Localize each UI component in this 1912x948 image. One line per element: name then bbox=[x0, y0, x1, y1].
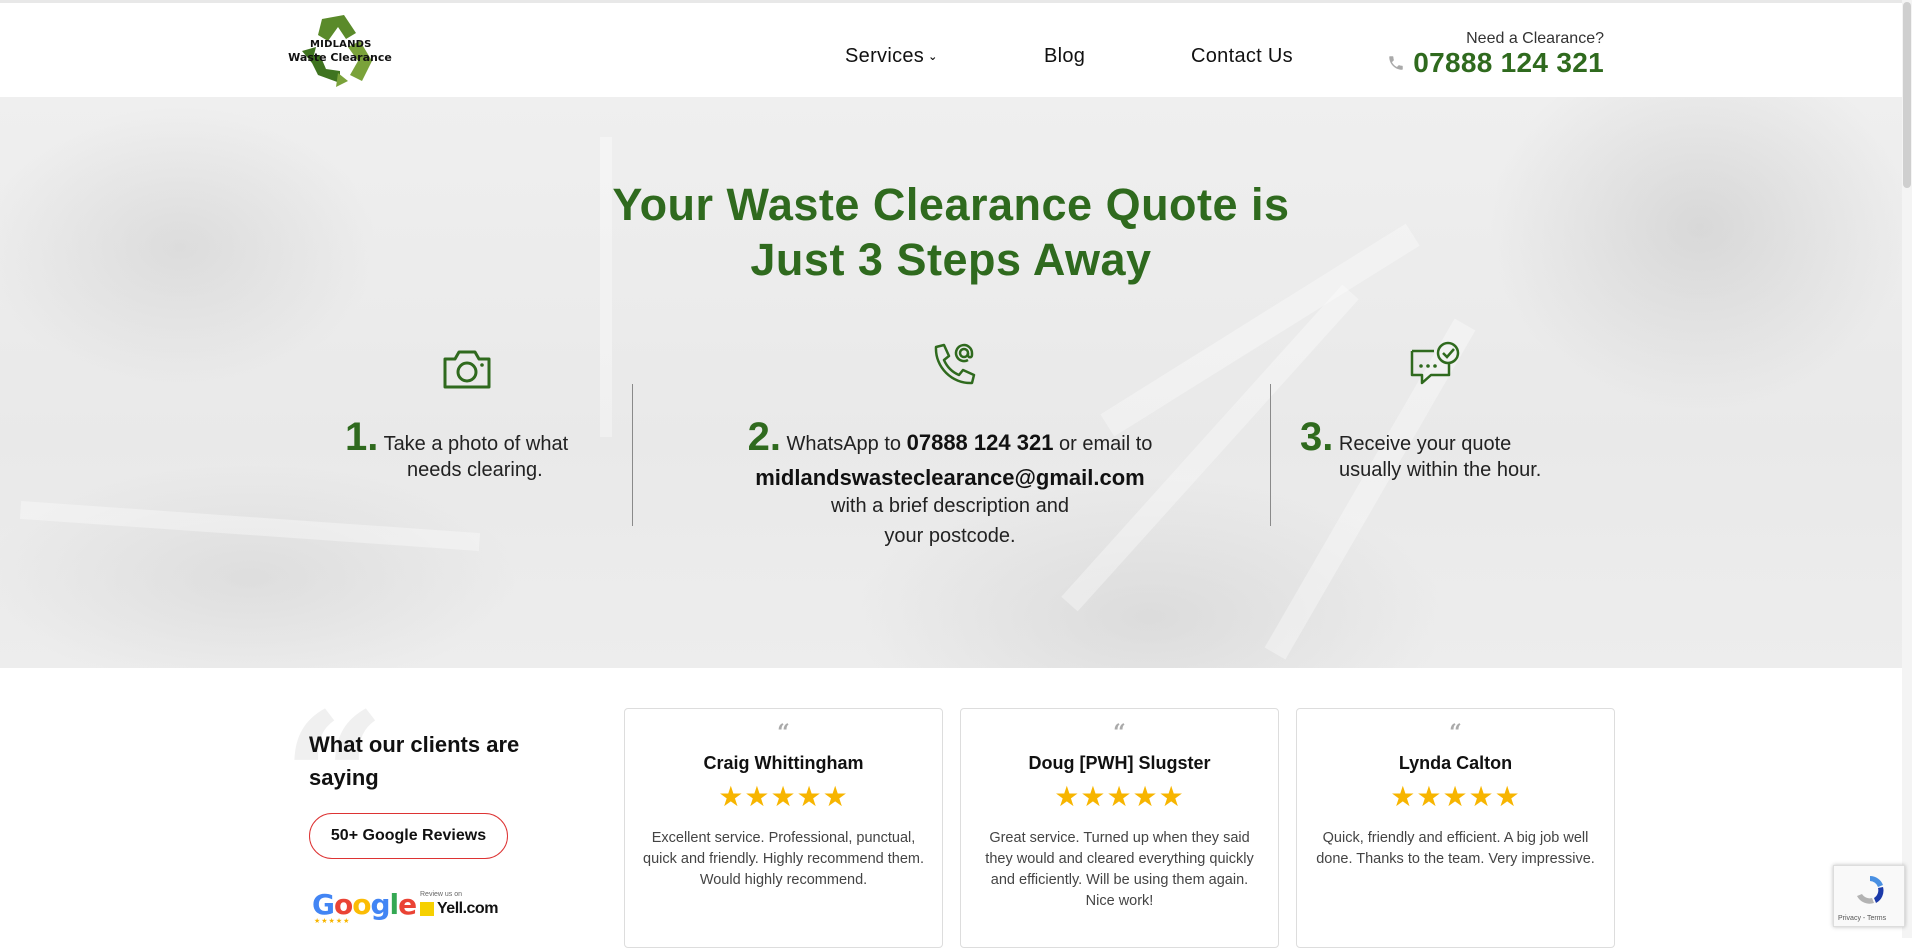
quote-icon: “ bbox=[1449, 720, 1462, 746]
step-2-text-b: with a brief description and bbox=[831, 495, 1069, 517]
quote-icon: “ bbox=[777, 720, 790, 746]
site-logo[interactable]: MIDLANDS Waste Clearance bbox=[288, 11, 392, 91]
step-divider bbox=[632, 384, 633, 526]
review-text: Great service. Turned up when they said … bbox=[985, 830, 1254, 909]
chevron-down-icon: ⌄ bbox=[928, 51, 938, 63]
google-reviews-button[interactable]: 50+ Google Reviews bbox=[309, 813, 508, 859]
rating-stars: ★★★★★ bbox=[718, 781, 849, 812]
yell-logo-text: Yell.com bbox=[437, 900, 498, 917]
background-plank bbox=[19, 500, 481, 552]
hero-title: Your Waste Clearance Quote is Just 3 Ste… bbox=[0, 177, 1902, 287]
step-2-text-pre: WhatsApp to bbox=[786, 433, 902, 455]
step-3-text-a: Receive your quote bbox=[1338, 433, 1512, 455]
cta-label: Need a Clearance? bbox=[1466, 30, 1604, 47]
step-1: 1. Take a photo of what needs clearing. bbox=[345, 417, 595, 485]
review-text: Excellent service. Professional, punctua… bbox=[643, 830, 924, 888]
quote-icon: “ bbox=[1113, 720, 1126, 746]
review-card: “ Craig Whittingham ★★★★★ Excellent serv… bbox=[624, 708, 943, 948]
step-2-email-link[interactable]: midlandswasteclearance@gmail.com bbox=[700, 465, 1200, 491]
reviewer-name: Craig Whittingham bbox=[703, 753, 864, 773]
step-1-text-a: Take a photo of what bbox=[383, 433, 569, 455]
recaptcha-badge[interactable]: Privacy - Terms bbox=[1833, 865, 1905, 927]
camera-icon bbox=[443, 350, 491, 389]
step-2-text-c: your postcode. bbox=[884, 525, 1016, 547]
site-header: MIDLANDS Waste Clearance Services ⌄ Blog … bbox=[0, 3, 1902, 97]
hero-title-line2: Just 3 Steps Away bbox=[750, 234, 1152, 285]
page-scrollbar[interactable] bbox=[1902, 0, 1912, 938]
google-rating-stars: ★★★★★ bbox=[314, 918, 351, 925]
logo-text-midlands: MIDLANDS bbox=[310, 39, 372, 50]
nav-services-label: Services bbox=[845, 45, 925, 67]
step-divider bbox=[1270, 384, 1271, 526]
hero-section: Your Waste Clearance Quote is Just 3 Ste… bbox=[0, 97, 1902, 668]
logo-text-waste-clearance: Waste Clearance bbox=[288, 51, 392, 64]
step-2-text-mid: or email to bbox=[1059, 433, 1153, 455]
step-2-number: 2. bbox=[747, 415, 781, 459]
header-phone-number: 07888 124 321 bbox=[1413, 47, 1604, 78]
step-2-phone[interactable]: 07888 124 321 bbox=[907, 430, 1054, 455]
nav-contact-us[interactable]: Contact Us bbox=[1191, 45, 1293, 68]
review-card: “ Lynda Calton ★★★★★ Quick, friendly and… bbox=[1296, 708, 1615, 948]
recaptcha-icon bbox=[1857, 876, 1884, 904]
reviews-heading: What our clients are saying bbox=[309, 732, 520, 790]
step-3: 3. Receive your quote usually within the… bbox=[1300, 417, 1580, 485]
reviewer-name: Lynda Calton bbox=[1398, 753, 1513, 773]
rating-stars: ★★★★★ bbox=[1390, 781, 1521, 812]
header-phone[interactable]: 07888 124 321 bbox=[1387, 47, 1604, 79]
yell-badge-icon bbox=[420, 902, 434, 916]
step-3-number: 3. bbox=[1300, 415, 1334, 459]
yell-caption: Review us on bbox=[420, 891, 463, 898]
review-text: Quick, friendly and efficient. A big job… bbox=[1316, 830, 1595, 867]
step-2: 2. WhatsApp to 07888 124 321 or email to… bbox=[700, 417, 1200, 551]
review-card: “ Doug [PWH] Slugster ★★★★★ Great servic… bbox=[960, 708, 1279, 948]
phone-icon bbox=[1389, 56, 1403, 70]
nav-services[interactable]: Services ⌄ bbox=[845, 45, 938, 68]
chat-check-icon bbox=[1410, 341, 1460, 385]
phone-at-icon bbox=[934, 343, 976, 385]
step-3-text-b: usually within the hour. bbox=[1339, 459, 1542, 481]
recaptcha-terms[interactable]: Privacy - Terms bbox=[1838, 915, 1886, 922]
hero-title-line1: Your Waste Clearance Quote is bbox=[612, 179, 1290, 230]
reviewer-name: Doug [PWH] Slugster bbox=[1028, 753, 1211, 773]
rating-stars: ★★★★★ bbox=[1054, 781, 1185, 812]
nav-blog[interactable]: Blog bbox=[1044, 45, 1085, 68]
yell-logo[interactable]: Yell.com bbox=[420, 900, 498, 918]
scrollbar-thumb[interactable] bbox=[1903, 2, 1911, 188]
step-1-text-b: needs clearing. bbox=[407, 459, 543, 481]
step-1-number: 1. bbox=[345, 415, 379, 459]
